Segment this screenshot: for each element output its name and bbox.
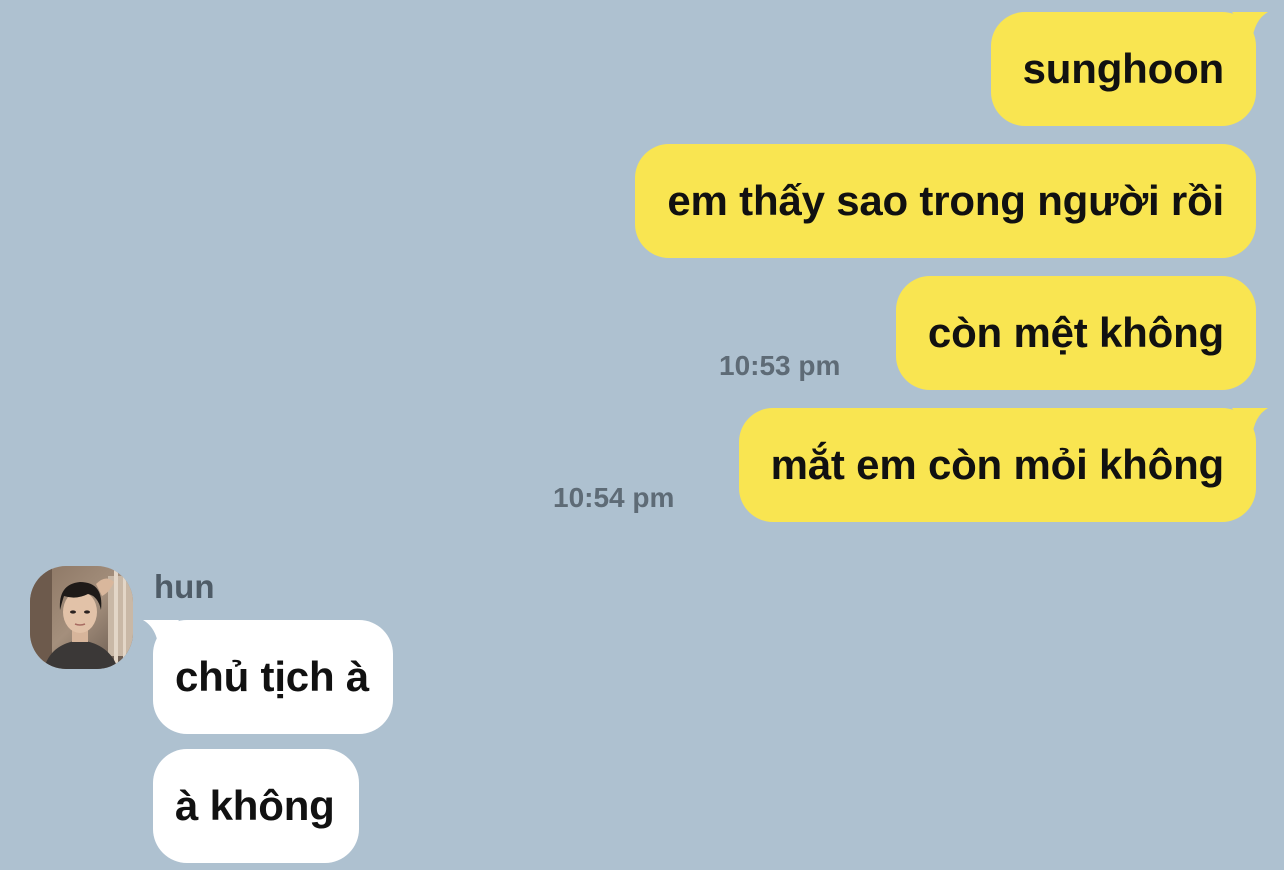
message-text: em thấy sao trong người rồi xyxy=(667,177,1224,224)
message-timestamp: 10:53 pm xyxy=(719,350,841,381)
message-text: mắt em còn mỏi không xyxy=(770,441,1225,488)
contact-avatar[interactable] xyxy=(30,566,133,669)
outgoing-message-bubble[interactable]: mắt em còn mỏi không xyxy=(738,408,1268,522)
bubble-tail-icon xyxy=(143,620,179,650)
outgoing-message-bubble[interactable]: còn mệt không xyxy=(895,276,1256,390)
message-timestamp: 10:54 pm xyxy=(553,482,675,513)
bubble-tail-icon xyxy=(1232,12,1268,42)
message-text: còn mệt không xyxy=(927,309,1224,356)
outgoing-message-bubble[interactable]: sunghoon xyxy=(990,12,1268,126)
chat-window: sunghoon em thấy sao trong người rồi còn… xyxy=(0,0,1284,870)
incoming-message-bubble[interactable]: chủ tịch à xyxy=(143,620,394,734)
message-text: sunghoon xyxy=(1022,45,1225,92)
incoming-message-bubble[interactable]: à không xyxy=(153,749,359,863)
profile-photo-icon xyxy=(30,566,133,669)
message-text: à không xyxy=(175,782,335,829)
message-text: chủ tịch à xyxy=(175,653,370,700)
outgoing-message-bubble[interactable]: em thấy sao trong người rồi xyxy=(635,144,1256,258)
contact-name: hun xyxy=(154,568,215,605)
bubble-tail-icon xyxy=(1232,408,1268,438)
